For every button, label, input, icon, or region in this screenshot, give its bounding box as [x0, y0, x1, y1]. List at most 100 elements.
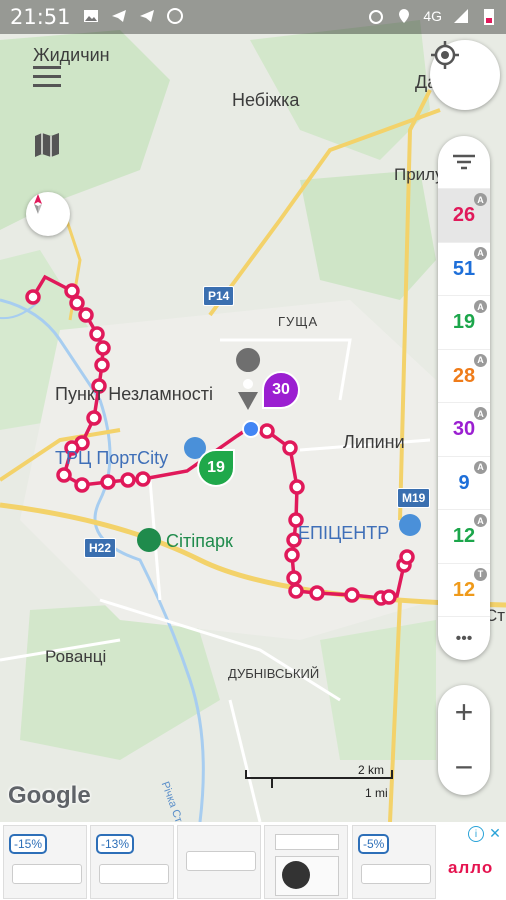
bus-marker-19[interactable]: 19: [197, 449, 235, 487]
transport-type-badge: A: [474, 460, 487, 474]
route-item-51[interactable]: 51 A: [438, 241, 490, 296]
discount-badge: -15%: [9, 834, 48, 854]
route-stop-marker[interactable]: [100, 474, 116, 490]
route-item-12[interactable]: 12 T: [438, 562, 490, 617]
ad-product-2[interactable]: -13%: [90, 825, 174, 899]
route-stop-marker[interactable]: [25, 289, 41, 305]
road-shield-m19: M19: [397, 488, 431, 508]
my-location-button[interactable]: [430, 40, 500, 110]
route-stop-marker[interactable]: [381, 589, 397, 605]
transport-type-badge: A: [474, 407, 487, 420]
route-item-26[interactable]: 26 A: [438, 188, 490, 242]
route-stop-marker[interactable]: [288, 583, 304, 599]
telegram-icon-2: [138, 7, 156, 25]
route-stop-marker[interactable]: [309, 585, 325, 601]
ad-brand-logo: алло: [448, 858, 494, 877]
transport-type-badge: A: [474, 300, 487, 313]
bus-marker-30-label: 30: [272, 381, 290, 398]
compass-button[interactable]: [26, 192, 70, 236]
route-item-19[interactable]: 19 A: [438, 295, 490, 349]
route-number: 12: [452, 578, 476, 601]
fan-icon: [282, 861, 310, 889]
route-item-30[interactable]: 30 A: [438, 402, 490, 456]
route-stop-marker[interactable]: [289, 479, 305, 495]
minus-icon: −: [454, 749, 474, 785]
transport-type-badge: A: [474, 193, 487, 206]
user-location-dot: [242, 420, 260, 438]
filter-icon: [453, 154, 475, 170]
route-stop-marker[interactable]: [120, 472, 136, 488]
scale-mi: 1 mi: [365, 786, 388, 800]
ad-banner[interactable]: -15% -13% -5% i ✕ алло: [0, 822, 506, 900]
ad-product-1[interactable]: -15%: [3, 825, 87, 899]
scale-km: 2 km: [358, 763, 385, 777]
route-stop-marker[interactable]: [89, 326, 105, 342]
air-conditioner-image: [186, 851, 256, 871]
route-stop-marker[interactable]: [64, 283, 80, 299]
air-conditioner-image: [99, 864, 169, 884]
air-conditioner-image: [12, 864, 82, 884]
route-item-28[interactable]: 28 A: [438, 348, 490, 403]
route-stop-marker[interactable]: [284, 547, 300, 563]
route-stop-marker[interactable]: [286, 570, 302, 586]
route-stop-marker[interactable]: [344, 587, 360, 603]
telegram-icon: [110, 7, 128, 25]
alarm-icon: [367, 7, 385, 25]
route-stop-marker[interactable]: [69, 295, 85, 311]
map-label-epicentr: ЕПІЦЕНТР: [298, 523, 390, 543]
route-stop-marker[interactable]: [259, 423, 275, 439]
route-number: 19: [452, 311, 476, 333]
ad-info-icon[interactable]: i: [468, 826, 484, 842]
menu-icon[interactable]: [33, 66, 61, 88]
location-icon: [395, 7, 413, 25]
map-canvas[interactable]: [0, 0, 506, 822]
transport-type-badge: T: [474, 567, 487, 581]
bus-marker-30[interactable]: 30: [262, 371, 300, 409]
route-item-9[interactable]: 9A: [438, 455, 490, 510]
map-layers-icon[interactable]: [33, 132, 61, 158]
route-stop-marker[interactable]: [135, 471, 151, 487]
map-label-lypyny: Липини: [343, 432, 405, 452]
route-number: 12: [452, 525, 476, 547]
google-logo: Google: [8, 782, 91, 809]
status-bar: 21:51 4G: [0, 0, 506, 34]
zoom-controls: + −: [438, 685, 490, 795]
ad-product-4[interactable]: [264, 825, 348, 899]
ad-product-5[interactable]: -5%: [352, 825, 436, 899]
discount-badge: -13%: [96, 834, 135, 854]
map-label-punkt: Пункт Незламності: [55, 384, 213, 404]
route-number: 51: [452, 257, 476, 280]
status-time: 21:51: [10, 5, 71, 29]
signal-icon: [452, 7, 470, 25]
route-number: 28: [452, 364, 476, 387]
compass-icon: [34, 194, 42, 214]
route-stop-marker[interactable]: [282, 440, 298, 456]
route-number: 30: [452, 418, 476, 440]
crosshair-icon: [431, 41, 459, 69]
map-label-zhydychyn: Жидичин: [33, 45, 110, 65]
zoom-out-button[interactable]: −: [438, 740, 490, 795]
ad-close-icon[interactable]: ✕: [488, 825, 502, 841]
map-label-dubnivskyi: ДУБНІВСЬКИЙ: [228, 666, 320, 681]
route-stop-marker[interactable]: [78, 307, 94, 323]
more-routes-button[interactable]: •••: [438, 616, 490, 660]
road-shield-h22: H22: [84, 538, 117, 558]
bus-marker-19-label: 19: [207, 459, 225, 476]
filter-button[interactable]: [438, 136, 490, 188]
route-stop-marker[interactable]: [74, 477, 90, 493]
zoom-in-button[interactable]: +: [438, 685, 490, 740]
transport-type-badge: A: [474, 246, 487, 260]
route-stop-marker[interactable]: [86, 410, 102, 426]
map-view[interactable]: Жидичин Небіжка Дач Прилуцьке ГУЩА Пункт…: [0, 0, 506, 822]
route-stop-marker[interactable]: [94, 357, 110, 373]
ad-product-3[interactable]: [177, 825, 261, 899]
battery-icon: [480, 7, 498, 25]
more-icon: •••: [455, 630, 473, 647]
route-stop-marker[interactable]: [56, 467, 72, 483]
air-conditioner-image: [361, 864, 431, 884]
route-stop-marker[interactable]: [95, 340, 111, 356]
map-label-portcity: ТРЦ ПортCity: [55, 448, 169, 468]
network-type: 4G: [423, 8, 442, 24]
route-stop-marker[interactable]: [399, 549, 415, 565]
route-item-12[interactable]: 12 A: [438, 509, 490, 563]
